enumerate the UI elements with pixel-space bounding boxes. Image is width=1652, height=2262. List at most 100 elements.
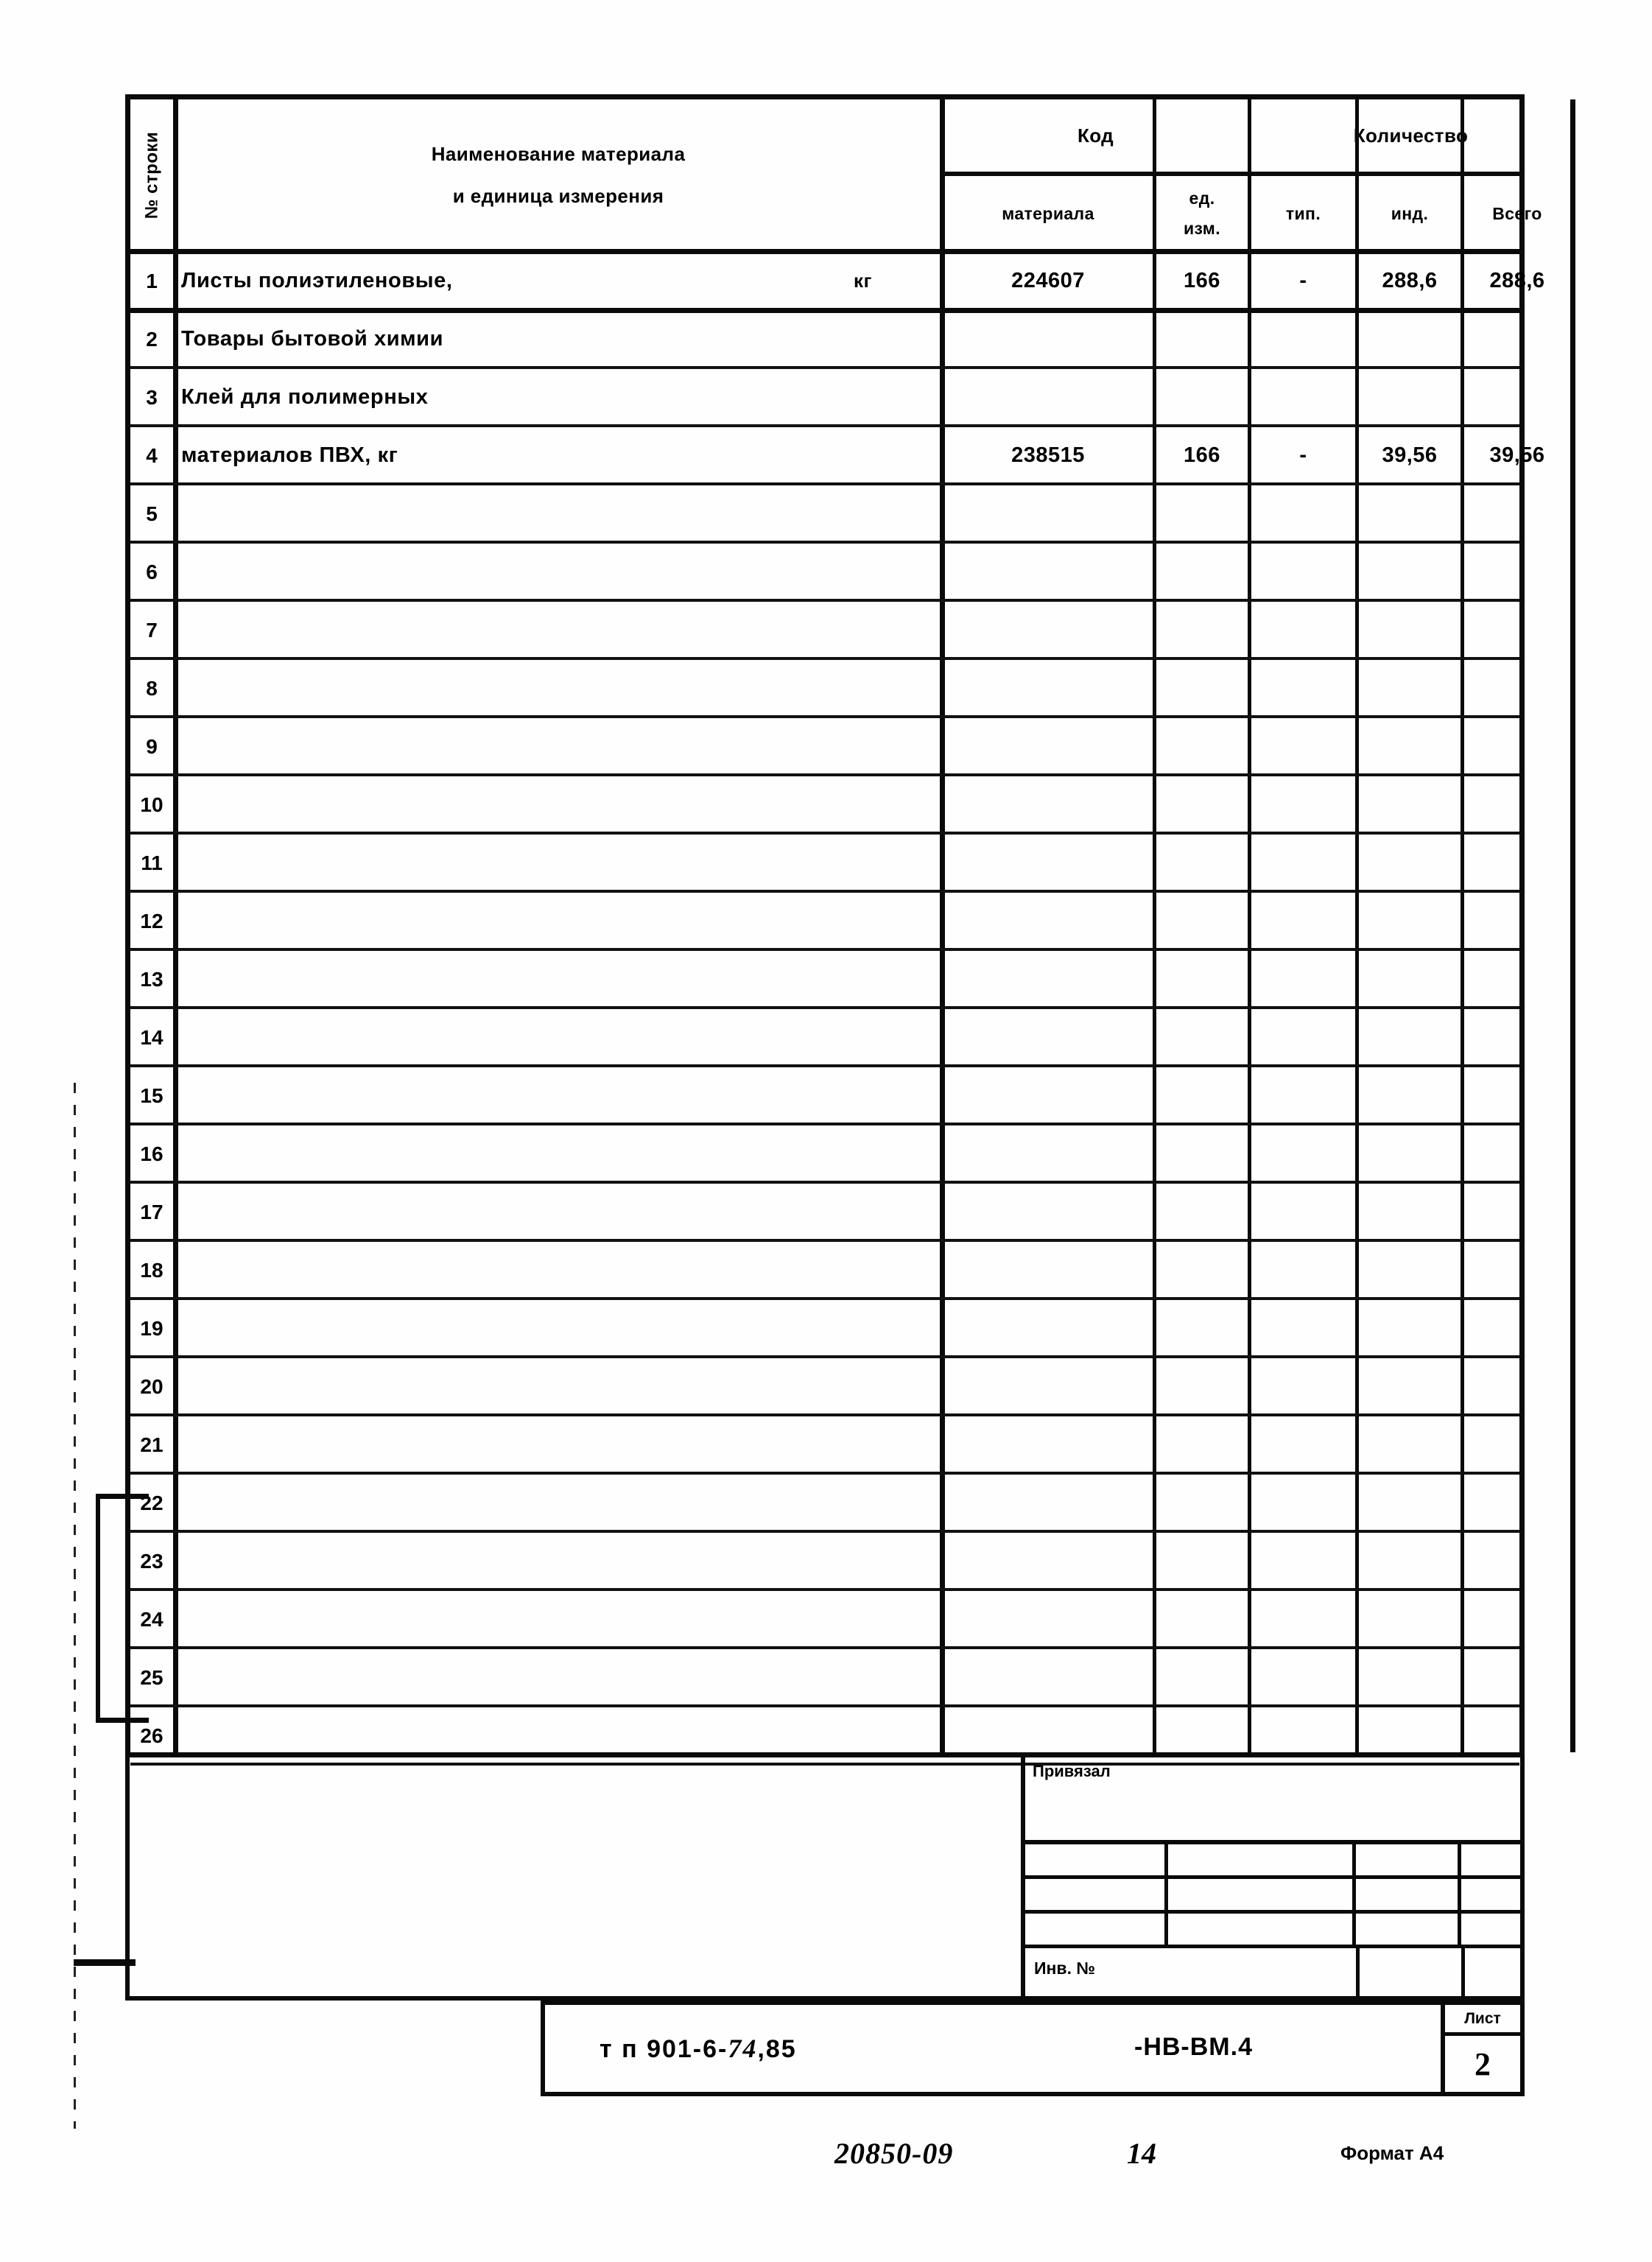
table-row[interactable]: 9 [130, 717, 1519, 776]
inventory-cell-b[interactable] [1356, 1948, 1461, 1996]
cell-qty-individual [1359, 1241, 1461, 1299]
cell-qty-typical [1251, 776, 1355, 834]
cell-qty-typical [1251, 950, 1355, 1008]
privyazal-box[interactable]: Привязал [1021, 1757, 1525, 1844]
cell-qty-typical [1251, 1125, 1355, 1183]
cell-row-number: 2 [146, 327, 158, 351]
signature-cell-role[interactable] [1025, 1879, 1168, 1910]
designation-handwritten-number: 74 [728, 2034, 758, 2063]
table-row[interactable]: 3 Клей для полимерных [130, 368, 1519, 426]
cell-material-name [177, 776, 940, 834]
table-row[interactable]: 6 [130, 543, 1519, 601]
table-row[interactable]: 25 [130, 1648, 1519, 1707]
cell-code-material [943, 892, 1153, 950]
cell-qty-typical [1251, 1532, 1355, 1590]
table-row[interactable]: 19 [130, 1299, 1519, 1357]
cell-row-number: 15 [140, 1083, 164, 1107]
header-group-divider [943, 172, 1519, 176]
cell-material-name: материалов ПВХ, кг [177, 426, 940, 485]
cell-qty-typical [1251, 1067, 1355, 1125]
table-row[interactable]: 2 Товары бытовой химии [130, 310, 1519, 368]
cell-row-number: 19 [140, 1316, 164, 1340]
table-row[interactable]: 7 [130, 601, 1519, 659]
signature-cell-date[interactable] [1461, 1914, 1529, 1945]
cell-qty-individual [1359, 1299, 1461, 1357]
quantity-typical-header-label: тип. [1285, 203, 1321, 223]
cell-qty-individual [1359, 776, 1461, 834]
cell-code-material [943, 1241, 1153, 1299]
cell-qty-total [1464, 1241, 1570, 1299]
material-name-header-line2: и единица измерения [452, 185, 664, 207]
signature-cell-name[interactable] [1168, 1914, 1356, 1945]
signature-cell-name[interactable] [1168, 1879, 1356, 1910]
table-row[interactable]: 12 [130, 892, 1519, 950]
signature-row[interactable] [1025, 1914, 1525, 1948]
table-row[interactable]: 14 [130, 1008, 1519, 1067]
signature-cell-sign[interactable] [1356, 1914, 1461, 1945]
cell-material-name [177, 1532, 940, 1590]
table-row[interactable]: 18 [130, 1241, 1519, 1299]
cell-qty-individual [1359, 950, 1461, 1008]
table-row[interactable]: 23 [130, 1532, 1519, 1590]
table-row[interactable]: 4 материалов ПВХ, кг 238515 166 - 39,56 39,56 [130, 426, 1544, 485]
cell-material-name [177, 950, 940, 1008]
cell-code-unit [1156, 1590, 1248, 1648]
signature-cell-role[interactable] [1025, 1844, 1168, 1875]
cell-qty-total [1464, 1590, 1570, 1648]
table-row[interactable]: 15 [130, 1067, 1519, 1125]
inventory-cell-c[interactable] [1461, 1948, 1529, 1996]
table-row[interactable]: 10 [130, 776, 1519, 834]
cell-material-name: Товары бытовой химии [177, 310, 940, 368]
table-row[interactable]: 16 [130, 1125, 1519, 1183]
cell-qty-typical [1251, 368, 1355, 426]
fold-dashed-line [74, 1083, 76, 2129]
signature-cell-date[interactable] [1461, 1844, 1529, 1875]
cell-code-material [943, 1183, 1153, 1241]
code-unit-header-line2: изм. [1183, 219, 1220, 238]
table-row[interactable]: 20 [130, 1357, 1519, 1416]
table-row[interactable]: 26 [130, 1707, 1519, 1765]
fold-tick-lower [74, 1959, 136, 1966]
cell-row-number: 13 [140, 967, 164, 991]
table-row[interactable]: 5 [130, 485, 1519, 543]
signature-cell-name[interactable] [1168, 1844, 1356, 1875]
cell-qty-individual [1359, 1357, 1461, 1416]
cell-code-material [943, 1707, 1153, 1765]
signature-cell-sign[interactable] [1356, 1879, 1461, 1910]
cell-qty-typical [1251, 485, 1355, 543]
cell-qty-individual [1359, 892, 1461, 950]
cell-row-number: 16 [140, 1142, 164, 1165]
table-row[interactable]: 1 Листы полиэтиленовые, кг 224607 166 - 288,6 2… [130, 252, 1544, 310]
cell-qty-typical [1251, 834, 1355, 892]
cell-code-material [943, 601, 1153, 659]
cell-qty-total [1464, 950, 1570, 1008]
signature-row[interactable] [1025, 1879, 1525, 1914]
cell-row-number: 20 [140, 1374, 164, 1398]
signature-cell-date[interactable] [1461, 1879, 1529, 1910]
table-row[interactable]: 8 [130, 659, 1519, 717]
quantity-individual-header: инд. [1359, 176, 1461, 251]
designation-mark: -НВ-ВМ.4 [1134, 2033, 1253, 2061]
signature-row[interactable] [1025, 1844, 1525, 1879]
signature-cell-role[interactable] [1025, 1914, 1168, 1945]
cell-code-unit [1156, 950, 1248, 1008]
table-row[interactable]: 13 [130, 950, 1519, 1008]
materials-table: № строки Наименование материала и единиц… [125, 94, 1575, 1766]
table-row[interactable]: 24 [130, 1590, 1519, 1648]
signature-cell-sign[interactable] [1356, 1844, 1461, 1875]
cell-qty-typical: - [1299, 443, 1307, 467]
signature-grid [1021, 1844, 1525, 1948]
table-row[interactable]: 11 [130, 834, 1519, 892]
cell-code-material: 224607 [1011, 269, 1085, 292]
format-label: Формат А4 [1340, 2142, 1444, 2164]
table-row[interactable]: 17 [130, 1183, 1519, 1241]
cell-qty-typical [1251, 310, 1355, 368]
inventory-number-row[interactable]: Инв. № [1021, 1948, 1525, 1996]
archive-number: 20850-09 [834, 2137, 954, 2170]
cell-row-number: 10 [140, 793, 164, 816]
table-row[interactable]: 22 [130, 1474, 1519, 1532]
table-row[interactable]: 21 [130, 1416, 1519, 1474]
cell-qty-typical [1251, 892, 1355, 950]
cell-qty-individual [1359, 368, 1461, 426]
cell-code-unit [1156, 1648, 1248, 1707]
